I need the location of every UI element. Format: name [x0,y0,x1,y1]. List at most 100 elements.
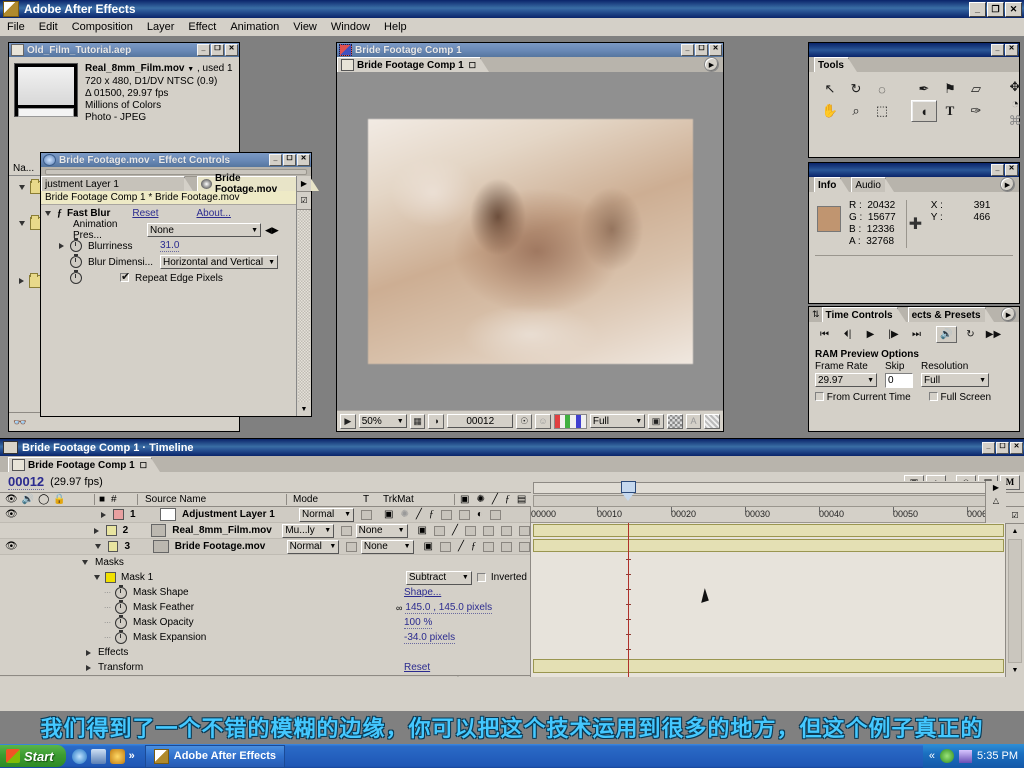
collapse-icon[interactable]: ▣ [424,541,433,552]
menu-composition[interactable]: Composition [65,19,140,35]
tab-tools[interactable]: Tools [814,57,857,72]
disclosure-right-icon[interactable] [19,278,24,284]
stopwatch-icon[interactable] [70,254,82,268]
list-item[interactable]: Effects [0,645,530,660]
stopwatch-icon[interactable] [115,614,127,629]
timeline-toggle-switches-icon[interactable]: ☑ [1006,507,1024,524]
quality-icon[interactable]: ✺ [400,509,408,520]
list-item[interactable]: Masks [0,555,530,570]
layer-1-mode-dropdown[interactable]: Normal ▼ [299,507,354,522]
mask-shape-value[interactable]: Shape... [404,587,441,598]
timeline-minimize-button[interactable]: _ [982,441,995,454]
layer-3-disclosure[interactable] [89,544,108,549]
footage-name[interactable]: Real_8mm_Film.mov [85,63,185,74]
show-snapshot-button[interactable]: ☺ [535,413,551,429]
layer-3-duration-bar[interactable] [533,539,1004,552]
footage-dropdown-arrow[interactable]: ▼ [187,66,194,73]
comp-viewport[interactable] [337,72,723,410]
tab-comp-viewer[interactable]: Bride Footage Comp 1 ☐ [337,57,489,72]
repeat-edge-pixels-checkbox[interactable] [120,270,130,284]
transparency-grid-button[interactable] [666,413,683,429]
comp-viewer-titlebar[interactable]: Bride Footage Comp 1 _ ☐ ✕ [337,43,723,57]
layer-1-disclosure[interactable] [93,511,113,518]
more-icon[interactable]: » [129,750,135,762]
menu-view[interactable]: View [286,19,324,35]
timeline-vertical-scrollbar[interactable]: ☑ ▲ ▼ [1005,507,1024,677]
frame-blend-switch-icon[interactable]: ▤ [517,494,526,505]
timeline-scroll-thumb[interactable] [1008,539,1022,663]
clock[interactable]: 5:35 PM [977,750,1018,762]
project-maximize-button[interactable]: ❐ [211,44,224,56]
mask-feather-tool[interactable]: ◔ [1005,95,1024,112]
tools-minimize-button[interactable]: _ [991,44,1004,56]
timeline-titlebar[interactable]: Bride Footage Comp 1 · Timeline _ ☐ ✕ [0,439,1024,456]
comp-panel-menu-icon[interactable]: ▶ [704,57,719,72]
layer-4-duration-bar[interactable] [533,659,1004,673]
layer-3-name[interactable]: Bride Footage.mov [169,541,280,552]
layer-2-disclosure[interactable] [87,527,106,534]
effects-icon[interactable]: ╱ [452,525,458,536]
layer-3-mode-dropdown[interactable]: Normal ▼ [286,539,340,554]
info-close-button[interactable]: ✕ [1005,164,1018,176]
effect-controls-close-button[interactable]: ✕ [297,154,310,166]
comp-marker-bin-icon[interactable]: △ [986,494,1006,507]
tray-shield-icon[interactable] [940,749,955,763]
audio-icon[interactable]: 🔊 [22,494,34,505]
project-panel-titlebar[interactable]: Old_Film_Tutorial.aep _ ❐ ✕ [9,43,239,57]
layer-2-trkmat-dropdown[interactable]: None ▼ [355,523,408,538]
timeline-close-button[interactable]: ✕ [1010,441,1023,454]
menu-edit[interactable]: Edit [32,19,65,35]
reset-exposure-button[interactable] [704,413,721,429]
app-close-button[interactable]: ✕ [1005,1,1022,17]
menu-help[interactable]: Help [377,19,414,35]
effect-controls-scrollbar[interactable]: ▶ ☑ ▲ [296,176,311,416]
menu-effect[interactable]: Effect [181,19,223,35]
list-item[interactable]: ⋯ Mask Opacity 100 % [0,614,530,630]
effects-switch-icon[interactable]: ╱ [492,494,498,505]
project-minimize-button[interactable]: _ [197,44,210,56]
blur-dimensions-dropdown[interactable]: Horizontal and Vertical ▼ [160,255,278,269]
menu-animation[interactable]: Animation [223,19,286,35]
fx-icon[interactable]: ƒ [429,509,434,520]
rotation-tool[interactable]: ↻ [843,78,869,100]
comp-minimize-button[interactable]: _ [681,44,694,56]
scroll-down-arrow-icon[interactable]: ▼ [1006,664,1024,677]
layer-4-trkmat-dropdown[interactable]: None▼ [355,676,408,677]
scrollbar-track[interactable] [298,210,310,402]
layer-4-mode-dropdown[interactable]: Normal▼ [282,676,335,677]
effect-toggle-icon[interactable]: ☑ [297,192,311,210]
outlook-icon[interactable] [90,748,106,764]
effect-menu-arrow-icon[interactable]: ▶ [297,176,311,192]
layer-3-trkmat-dropdown[interactable]: None ▼ [360,539,414,554]
t-header[interactable]: T [359,494,379,505]
table-row[interactable]: 👁 3 Bride Footage.mov Normal ▼ None ▼ ▣ … [0,539,530,555]
playhead-marker[interactable] [621,481,636,507]
list-item[interactable]: ⋯ Mask Feather ∞ 145.0 , 145.0 pixels [0,599,530,615]
timeline-current-timecode[interactable]: 00012 [8,474,45,490]
tab-bride-footage[interactable]: Bride Footage.mov ☐ [196,173,320,195]
orbit-camera-tool[interactable]: ◌ [869,78,895,100]
mask1-inverted-checkbox[interactable] [476,573,486,582]
collapse-icon[interactable]: ▣ [384,509,393,520]
animation-presets-dropdown[interactable]: None ▼ [147,223,261,237]
tray-expand-icon[interactable]: « [929,750,935,762]
selection-tool[interactable]: ↖ [817,78,843,100]
fx-icon[interactable]: ƒ [471,541,476,552]
layer-2-label-color[interactable] [106,525,117,536]
app-minimize-button[interactable]: _ [969,1,986,17]
label-color-icon[interactable]: ■ [99,494,105,505]
info-panel-titlebar[interactable]: _ ✕ [809,163,1019,177]
panel-grip-icon[interactable]: ⇅ [809,309,822,322]
stopwatch-icon[interactable] [115,584,127,599]
menu-layer[interactable]: Layer [140,19,182,35]
stopwatch-icon[interactable] [70,270,82,284]
timeline-menu-arrow-icon[interactable]: ▶ [986,481,1006,494]
effect-about-link[interactable]: About... [196,208,230,219]
eraser-tool[interactable]: ▱ [963,78,989,100]
menu-window[interactable]: Window [324,19,377,35]
time-controls-menu-icon[interactable]: ▶ [1001,307,1016,322]
disclosure-right-icon[interactable] [59,243,64,249]
adjustment-layer-icon[interactable]: ◐ [477,509,483,520]
app-restore-button[interactable]: ❐ [987,1,1004,17]
mask-tool[interactable]: ⬚ [869,100,895,122]
